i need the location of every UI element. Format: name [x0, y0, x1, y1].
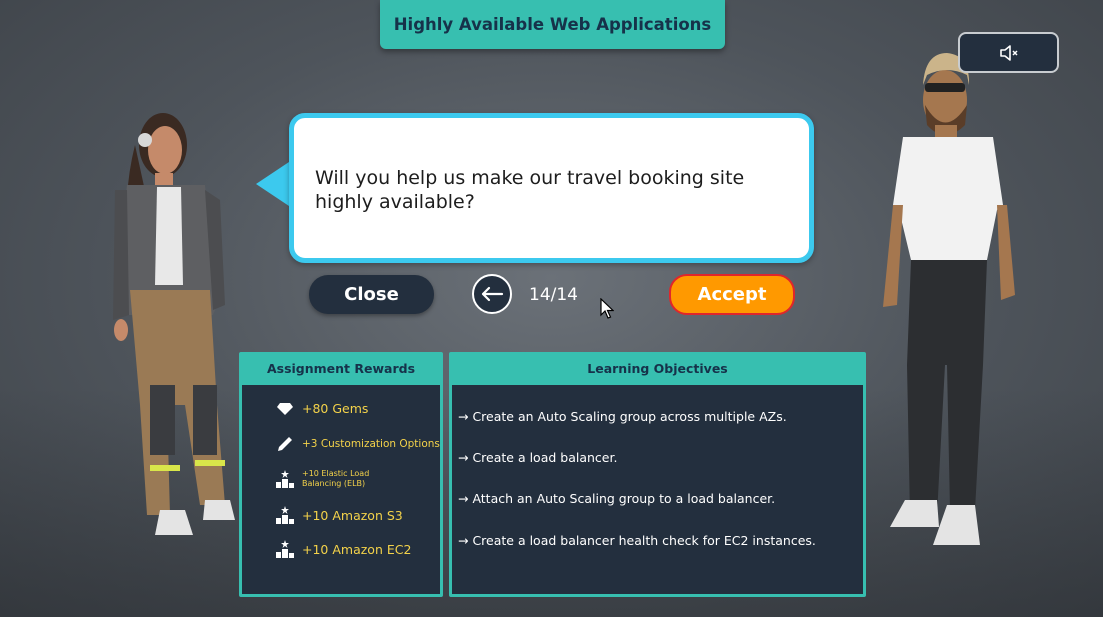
rewards-header: Assignment Rewards — [266, 361, 416, 376]
back-button[interactable] — [472, 274, 512, 314]
male-character — [883, 53, 1015, 545]
podium-icon — [274, 540, 296, 558]
speech-bubble: Will you help us make our travel booking… — [289, 113, 814, 263]
mouse-cursor-icon — [600, 298, 614, 319]
reward-item: +10 Elastic Load Balancing (ELB) — [274, 469, 404, 489]
reward-item: +10 Amazon EC2 — [274, 540, 411, 558]
dialog-message: Will you help us make our travel booking… — [315, 167, 745, 213]
gem-icon — [274, 402, 296, 416]
reward-item: +80 Gems — [274, 401, 368, 416]
assignment-rewards-panel: Assignment Rewards +80 Gems +3 Customiza… — [239, 352, 443, 597]
arrow-left-icon — [481, 286, 504, 302]
page-title: Highly Available Web Applications — [380, 0, 725, 49]
mute-button[interactable] — [958, 32, 1059, 73]
objective-item: → Create an Auto Scaling group across mu… — [458, 409, 787, 424]
close-button[interactable]: Close — [309, 275, 434, 314]
podium-icon — [274, 470, 296, 488]
learning-objectives-panel: Learning Objectives → Create an Auto Sca… — [449, 352, 866, 597]
reward-item: +10 Amazon S3 — [274, 506, 403, 524]
page-counter: 14/14 — [529, 285, 578, 305]
objective-item: → Create a load balancer health check fo… — [458, 533, 816, 548]
objectives-body: → Create an Auto Scaling group across mu… — [452, 385, 863, 594]
reward-item: +3 Customization Options — [274, 435, 440, 453]
podium-icon — [274, 506, 296, 524]
objective-item: → Create a load balancer. — [458, 450, 618, 465]
objectives-header: Learning Objectives — [587, 361, 728, 376]
objective-item: → Attach an Auto Scaling group to a load… — [458, 491, 776, 506]
speech-bubble-tail — [256, 160, 292, 208]
accept-button[interactable]: Accept — [669, 274, 795, 315]
female-character — [113, 113, 235, 535]
rewards-body: +80 Gems +3 Customization Options +10 El… — [242, 385, 440, 594]
speaker-muted-icon — [999, 44, 1018, 61]
pencil-icon — [274, 435, 296, 453]
